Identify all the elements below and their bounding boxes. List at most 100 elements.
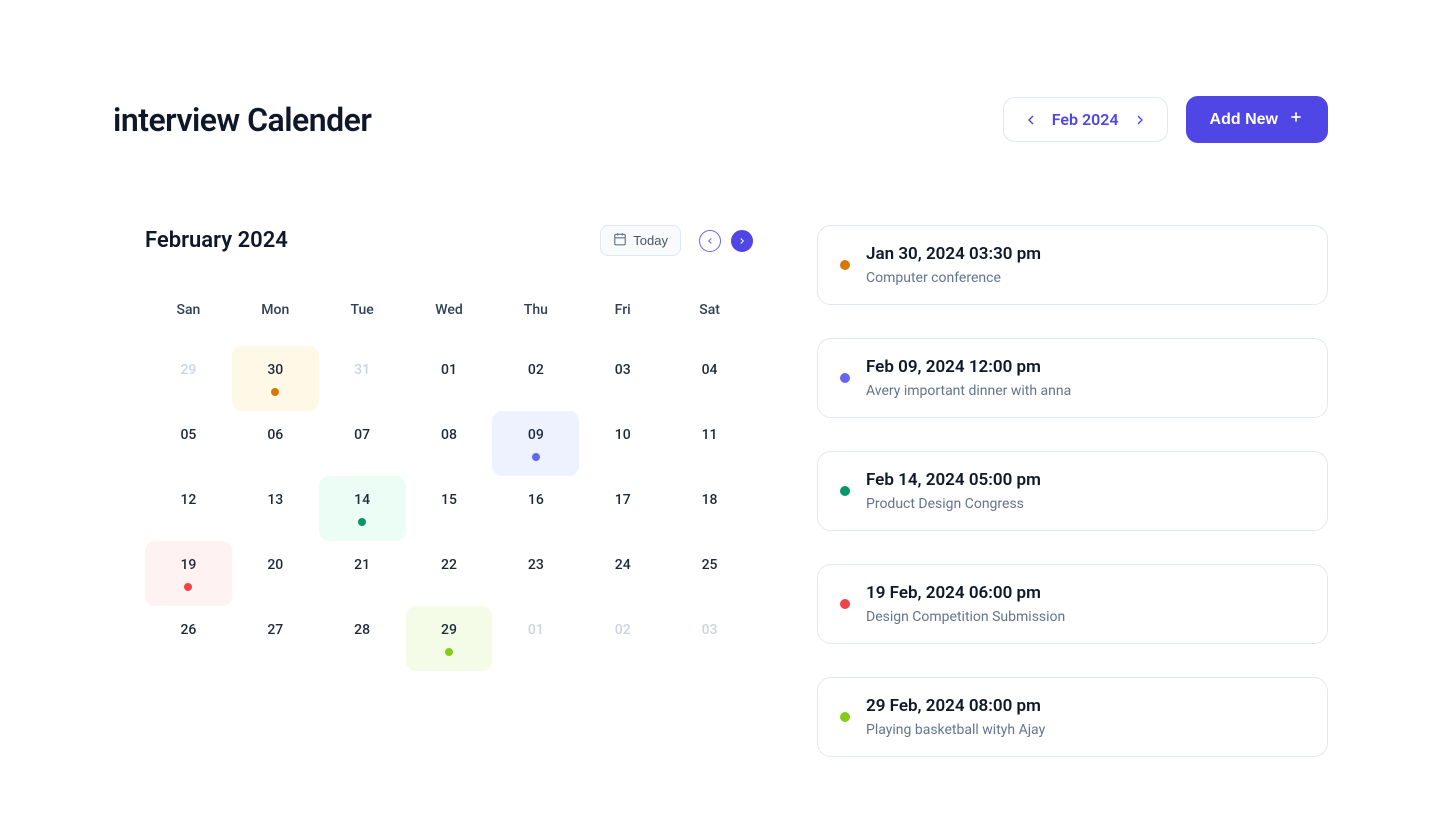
day-cell[interactable]: 17 [579, 476, 666, 541]
day-number: 03 [702, 622, 718, 638]
weekday-label: Mon [232, 302, 319, 318]
day-number: 27 [267, 622, 283, 638]
weekday-label: Thu [492, 302, 579, 318]
event-card[interactable]: Feb 14, 2024 05:00 pmProduct Design Cong… [817, 451, 1328, 531]
day-cell[interactable]: 11 [666, 411, 753, 476]
day-cell[interactable]: 02 [492, 346, 579, 411]
day-cell[interactable]: 29 [406, 606, 493, 671]
day-cell[interactable]: 09 [492, 411, 579, 476]
event-dot-icon [840, 486, 850, 496]
day-cell[interactable]: 14 [319, 476, 406, 541]
plus-icon [1288, 109, 1304, 130]
event-time: Jan 30, 2024 03:30 pm [866, 244, 1041, 264]
day-cell[interactable]: 29 [145, 346, 232, 411]
header-actions: Feb 2024 Add New [1003, 96, 1328, 143]
prev-month-button[interactable] [699, 230, 721, 252]
event-dot-icon [840, 599, 850, 609]
event-dot-icon [358, 518, 366, 526]
day-cell[interactable]: 07 [319, 411, 406, 476]
day-number: 31 [354, 362, 370, 378]
event-dot-icon [840, 260, 850, 270]
day-cell[interactable]: 28 [319, 606, 406, 671]
day-cell[interactable]: 22 [406, 541, 493, 606]
day-number: 10 [615, 427, 631, 443]
event-description: Design Competition Submission [866, 609, 1065, 625]
next-month-button[interactable] [731, 230, 753, 252]
calendar-month-title: February 2024 [145, 228, 288, 253]
day-number: 17 [615, 492, 631, 508]
day-cell[interactable]: 03 [666, 606, 753, 671]
day-cell[interactable]: 25 [666, 541, 753, 606]
day-cell[interactable]: 19 [145, 541, 232, 606]
day-cell[interactable]: 03 [579, 346, 666, 411]
chevron-left-icon[interactable] [1022, 111, 1040, 129]
event-time: Feb 09, 2024 12:00 pm [866, 357, 1071, 377]
day-cell[interactable]: 01 [406, 346, 493, 411]
nav-arrows [699, 230, 753, 252]
day-cell[interactable]: 08 [406, 411, 493, 476]
day-number: 04 [702, 362, 718, 378]
day-cell[interactable]: 16 [492, 476, 579, 541]
day-cell[interactable]: 27 [232, 606, 319, 671]
day-number: 15 [441, 492, 457, 508]
day-cell[interactable]: 15 [406, 476, 493, 541]
day-number: 29 [441, 622, 457, 638]
add-new-button[interactable]: Add New [1186, 96, 1328, 143]
day-cell[interactable]: 12 [145, 476, 232, 541]
day-number: 01 [441, 362, 457, 378]
event-dot-icon [840, 373, 850, 383]
today-button[interactable]: Today [600, 225, 681, 256]
day-number: 09 [528, 427, 544, 443]
event-dot-icon [271, 388, 279, 396]
event-card[interactable]: Jan 30, 2024 03:30 pm Computer conference [817, 225, 1328, 305]
day-cell[interactable]: 23 [492, 541, 579, 606]
day-number: 30 [267, 362, 283, 378]
event-dot-icon [445, 648, 453, 656]
day-cell[interactable]: 18 [666, 476, 753, 541]
weekday-label: Fri [579, 302, 666, 318]
day-number: 14 [354, 492, 370, 508]
event-card[interactable]: Feb 09, 2024 12:00 pmAvery important din… [817, 338, 1328, 418]
day-number: 13 [267, 492, 283, 508]
day-number: 28 [354, 622, 370, 638]
day-number: 11 [702, 427, 718, 443]
day-cell[interactable]: 10 [579, 411, 666, 476]
add-new-label: Add New [1210, 111, 1278, 129]
event-card[interactable]: 29 Feb, 2024 08:00 pmPlaying basketball … [817, 677, 1328, 757]
day-cell[interactable]: 02 [579, 606, 666, 671]
day-cell[interactable]: 30 [232, 346, 319, 411]
day-cell[interactable]: 01 [492, 606, 579, 671]
event-dot-icon [184, 583, 192, 591]
event-description: Computer conference [866, 270, 1041, 286]
day-cell[interactable]: 24 [579, 541, 666, 606]
page-title: interview Calender [113, 101, 371, 139]
day-cell[interactable]: 04 [666, 346, 753, 411]
day-cell[interactable]: 13 [232, 476, 319, 541]
month-selector[interactable]: Feb 2024 [1003, 97, 1168, 142]
event-dot-icon [532, 453, 540, 461]
day-cell[interactable]: 06 [232, 411, 319, 476]
day-number: 02 [615, 622, 631, 638]
day-number: 26 [180, 622, 196, 638]
day-cell[interactable]: 20 [232, 541, 319, 606]
weekday-label: Wed [406, 302, 493, 318]
event-body: 29 Feb, 2024 08:00 pmPlaying basketball … [866, 696, 1045, 738]
day-number: 05 [180, 427, 196, 443]
day-cell[interactable]: 21 [319, 541, 406, 606]
day-number: 07 [354, 427, 370, 443]
day-number: 08 [441, 427, 457, 443]
event-time: 19 Feb, 2024 06:00 pm [866, 583, 1065, 603]
event-card[interactable]: 19 Feb, 2024 06:00 pm Design Competition … [817, 564, 1328, 644]
calendar-panel: February 2024 Today SanMo [113, 225, 753, 671]
weekday-label: Sat [666, 302, 753, 318]
calendar-head: February 2024 Today [145, 225, 753, 256]
day-number: 20 [267, 557, 283, 573]
day-cell[interactable]: 31 [319, 346, 406, 411]
day-cell[interactable]: 05 [145, 411, 232, 476]
day-number: 03 [615, 362, 631, 378]
day-number: 23 [528, 557, 544, 573]
event-description: Playing basketball wityh Ajay [866, 722, 1045, 738]
day-cell[interactable]: 26 [145, 606, 232, 671]
day-number: 29 [180, 362, 196, 378]
chevron-right-icon[interactable] [1131, 111, 1149, 129]
